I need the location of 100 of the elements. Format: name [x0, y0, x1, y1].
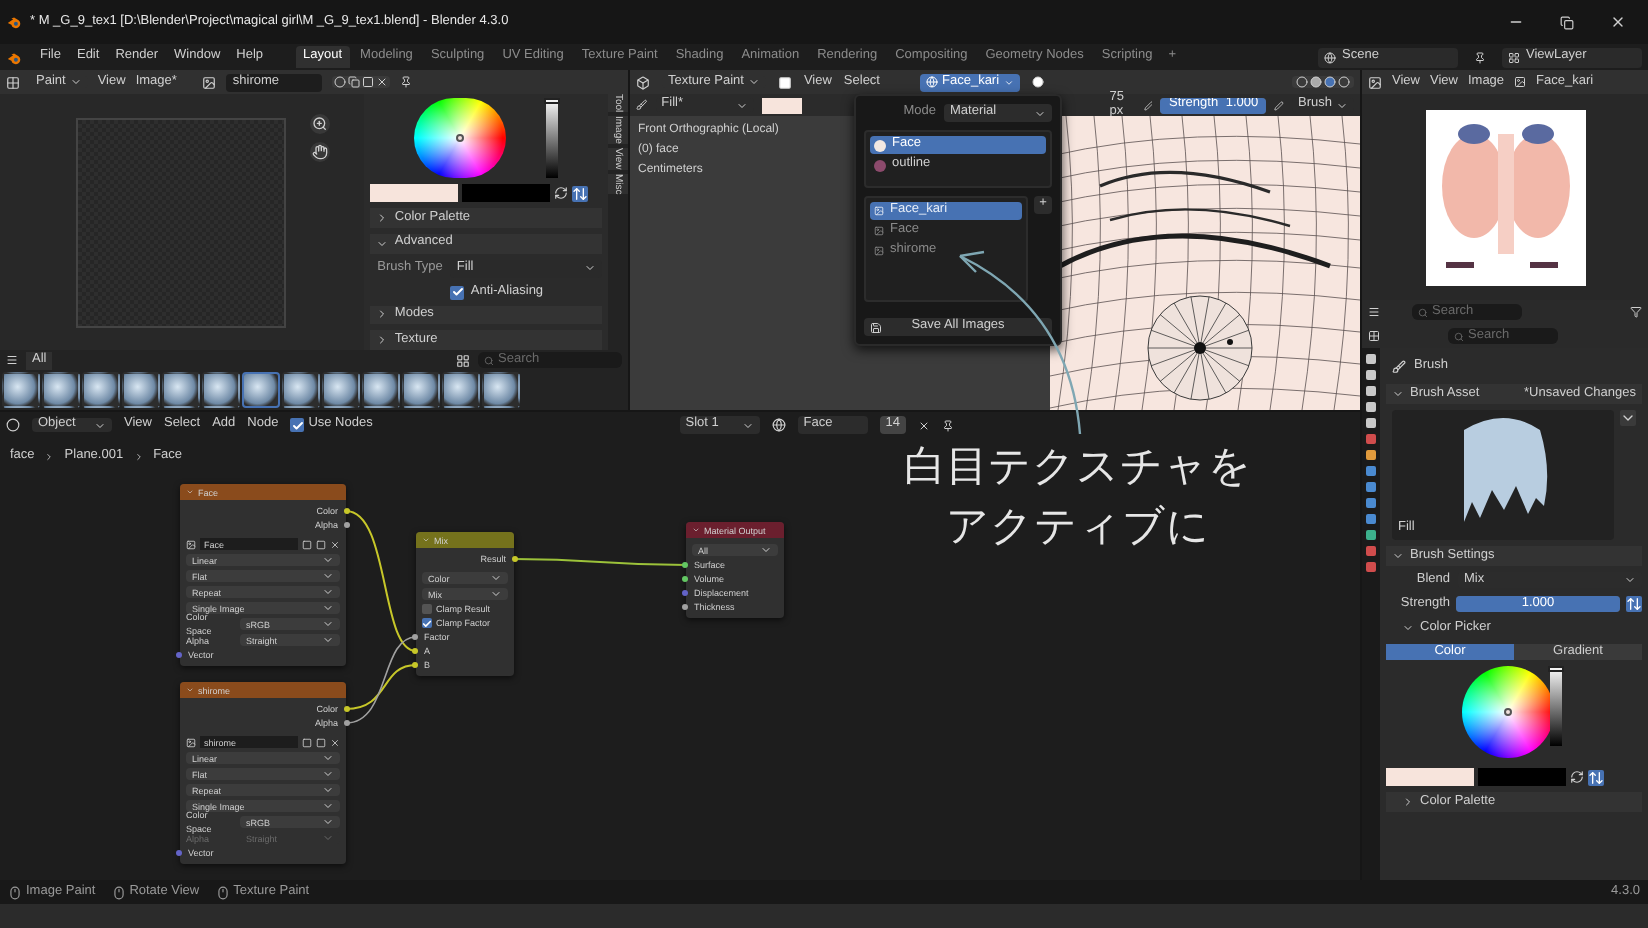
toggle-icon[interactable] — [1588, 769, 1604, 785]
fake-user-icon[interactable] — [334, 76, 347, 88]
restore-icon[interactable] — [1560, 15, 1574, 29]
toggle-icon[interactable] — [1626, 596, 1642, 612]
chevron-down-icon — [1392, 388, 1404, 400]
material-shading-icon[interactable] — [1324, 76, 1336, 88]
secondary-color-swatch[interactable] — [462, 184, 551, 202]
brush-thumbnail[interactable] — [442, 372, 480, 408]
square-icon[interactable] — [777, 75, 792, 89]
chevron-icon — [69, 76, 82, 88]
search-icon — [1454, 331, 1464, 341]
swap-colors-icon[interactable] — [554, 186, 569, 200]
material-icon[interactable] — [771, 418, 786, 432]
checkbox[interactable] — [422, 604, 432, 614]
brush-thumbnail[interactable] — [202, 372, 240, 408]
pin-icon[interactable] — [942, 419, 954, 431]
chevron-down-icon — [1402, 622, 1414, 634]
image-icon — [874, 206, 884, 217]
brush-thumbnail[interactable] — [162, 372, 200, 408]
chevron-icon — [94, 419, 106, 431]
scene-icon — [1324, 51, 1336, 63]
slider-thumb[interactable] — [1548, 666, 1564, 672]
rendered-shading-icon[interactable] — [1338, 76, 1350, 88]
brush-thumbnail[interactable] — [82, 372, 120, 408]
image-icon — [874, 226, 884, 237]
slider-thumb[interactable] — [544, 98, 561, 104]
brush-thumbnail[interactable] — [2, 372, 40, 408]
brush-thumbnail[interactable] — [282, 372, 320, 408]
dropdown-icon[interactable] — [1620, 410, 1636, 426]
chevron-icon — [760, 544, 772, 556]
zoom-icon[interactable] — [309, 114, 330, 134]
color-swatch[interactable] — [762, 97, 802, 113]
material-icon — [926, 76, 938, 88]
editor-type-icon[interactable] — [6, 418, 20, 432]
blender-logo-icon — [6, 49, 24, 65]
checkbox[interactable] — [290, 418, 305, 432]
checkbox[interactable] — [450, 285, 465, 299]
pan-icon[interactable] — [309, 142, 330, 162]
solid-shading-icon[interactable] — [1310, 76, 1322, 88]
filter-icon[interactable] — [1630, 306, 1642, 318]
swap-colors-icon[interactable] — [1570, 770, 1584, 784]
brush-thumbnail[interactable] — [42, 372, 80, 408]
brush-icon — [1392, 359, 1406, 373]
value-slider[interactable] — [1550, 666, 1562, 746]
pin-icon[interactable] — [1474, 51, 1486, 63]
chevron-icon — [1003, 77, 1014, 87]
editor-type-icon[interactable] — [636, 75, 650, 89]
open-icon[interactable] — [362, 76, 375, 88]
close-icon[interactable] — [918, 419, 930, 431]
brush-thumbnail[interactable] — [402, 372, 440, 408]
primary-color-swatch[interactable] — [370, 184, 459, 202]
editor-type-icon[interactable] — [1368, 75, 1382, 89]
blender-logo-icon — [6, 14, 24, 30]
image-icon[interactable] — [186, 737, 196, 747]
secondary-color-swatch[interactable] — [1478, 768, 1566, 786]
chevron-icon — [1034, 107, 1046, 119]
pressure-icon[interactable] — [1274, 99, 1285, 111]
value-slider[interactable] — [546, 98, 559, 178]
image-icon[interactable] — [1514, 76, 1527, 88]
display-mode-icon[interactable] — [1368, 306, 1380, 318]
chevron-icon — [584, 262, 596, 274]
image-icon[interactable] — [202, 75, 217, 89]
duplicate-icon[interactable] — [348, 76, 361, 88]
image-icon — [874, 246, 884, 257]
brush-thumbnail[interactable] — [242, 372, 280, 408]
color-wheel[interactable] — [414, 98, 507, 178]
checkmark-icon — [451, 286, 464, 298]
chevron-icon — [741, 419, 754, 431]
close-icon[interactable] — [376, 76, 389, 88]
menu-icon[interactable] — [6, 354, 18, 366]
chevron-down-icon — [376, 237, 389, 250]
display-icon[interactable] — [456, 353, 470, 367]
brush-thumbnail[interactable] — [482, 372, 520, 408]
search-icon — [1418, 307, 1428, 317]
wireframe-shading-icon[interactable] — [1296, 76, 1308, 88]
mouse-icon — [111, 885, 126, 899]
search-icon — [484, 355, 494, 365]
brush-thumbnail[interactable] — [362, 372, 400, 408]
editor-type-icon[interactable] — [6, 75, 20, 89]
close-icon[interactable] — [1610, 14, 1626, 30]
chevron-right-icon — [133, 451, 144, 462]
chevron-icon — [1336, 99, 1348, 111]
mouse-icon — [215, 885, 230, 899]
pin-icon[interactable] — [400, 76, 413, 88]
dot-icon[interactable] — [1031, 76, 1044, 88]
brush-icon[interactable] — [636, 98, 648, 112]
brush-thumbnail[interactable] — [322, 372, 360, 408]
primary-color-swatch[interactable] — [1386, 768, 1474, 786]
editor-type-icon[interactable] — [1368, 330, 1380, 342]
chevron-right-icon — [44, 451, 55, 462]
toggle-icon[interactable] — [572, 185, 589, 201]
color-wheel[interactable] — [1462, 666, 1554, 758]
mouse-icon — [8, 885, 22, 899]
brush-thumbnail[interactable] — [122, 372, 160, 408]
chevron-down-icon — [1392, 550, 1404, 562]
image-icon[interactable] — [186, 539, 196, 549]
layers-icon — [1508, 51, 1520, 63]
pressure-icon[interactable] — [1143, 99, 1153, 111]
checkbox[interactable] — [422, 618, 432, 628]
checkmark-icon — [422, 617, 432, 629]
